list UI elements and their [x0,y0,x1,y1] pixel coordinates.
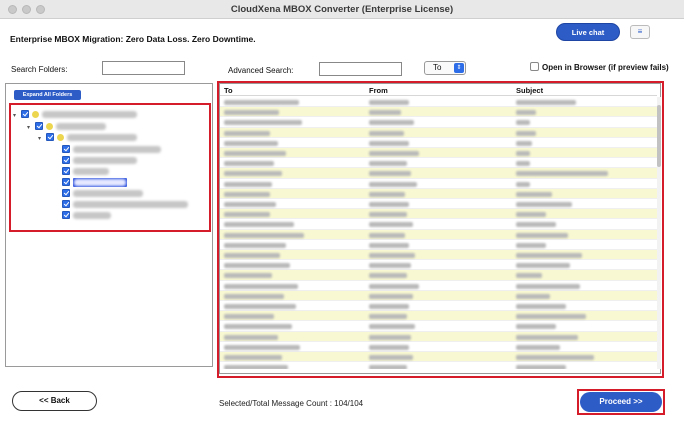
back-button[interactable]: << Back [12,391,97,411]
tagline: Enterprise MBOX Migration: Zero Data Los… [10,34,256,44]
proceed-button[interactable]: Proceed >> [580,392,662,412]
hamburger-icon[interactable]: ≡ [630,25,650,39]
message-grid-highlight [217,81,664,378]
open-in-browser-label: Open in Browser (if preview fails) [542,63,669,72]
title-bar: CloudXena MBOX Converter (Enterprise Lic… [0,0,684,19]
search-field-select-value: To [433,63,442,72]
search-folders-label: Search Folders: [11,65,68,74]
checkbox-icon [530,62,539,71]
folder-tree-highlight [9,103,211,232]
window-title: CloudXena MBOX Converter (Enterprise Lic… [230,4,454,15]
live-chat-button[interactable]: Live chat [556,23,620,41]
search-field-select[interactable]: To ⇕ [424,61,466,75]
message-count: Selected/Total Message Count : 104/104 [219,399,364,408]
advanced-search-input[interactable] [319,62,402,76]
advanced-search-label: Advanced Search: [228,66,294,75]
search-folders-input[interactable] [102,61,185,75]
open-in-browser-checkbox[interactable]: Open in Browser (if preview fails) [530,62,669,72]
expand-all-folders-button[interactable]: Expand All Folders [14,90,81,100]
chevron-updown-icon: ⇕ [454,63,464,73]
